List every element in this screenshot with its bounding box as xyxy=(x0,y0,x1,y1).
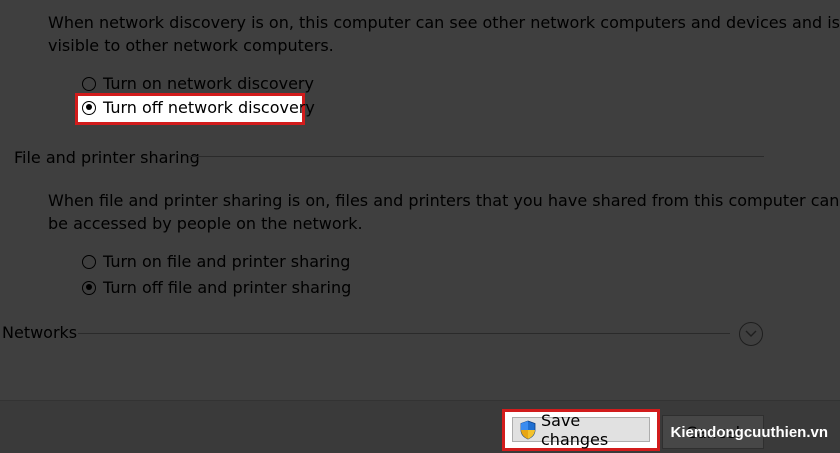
radio-button-icon[interactable] xyxy=(82,76,96,91)
radio-button-icon[interactable] xyxy=(82,254,96,269)
description-line: be accessed by people on the network. xyxy=(48,214,363,233)
advanced-sharing-panel: When network discovery is on, this compu… xyxy=(0,0,840,400)
file-printer-sharing-description: When file and printer sharing is on, fil… xyxy=(48,189,839,235)
radio-turn-off-network-discovery[interactable]: Turn off network discovery xyxy=(82,98,315,117)
radio-button-checked-icon[interactable] xyxy=(82,100,96,115)
description-line: visible to other network computers. xyxy=(48,36,334,55)
save-changes-highlight: Save changes xyxy=(502,409,660,451)
radio-label: Turn on network discovery xyxy=(103,74,314,93)
radio-label: Turn off file and printer sharing xyxy=(103,278,352,297)
section-divider xyxy=(188,156,764,157)
radio-turn-off-file-printer-sharing[interactable]: Turn off file and printer sharing xyxy=(82,278,351,297)
radio-label: Turn on file and printer sharing xyxy=(103,252,351,271)
section-divider xyxy=(78,333,730,334)
save-changes-button[interactable]: Save changes xyxy=(512,411,650,449)
radio-turn-on-network-discovery[interactable]: Turn on network discovery xyxy=(82,74,314,93)
save-changes-label: Save changes xyxy=(541,410,609,449)
watermark-text: Kiemdongcuuthien.vn xyxy=(670,424,829,441)
chevron-down-icon[interactable] xyxy=(739,322,763,346)
network-discovery-description: When network discovery is on, this compu… xyxy=(48,11,840,57)
description-line: When network discovery is on, this compu… xyxy=(48,13,840,32)
section-title-file-printer-sharing: File and printer sharing xyxy=(14,148,200,167)
uac-shield-icon xyxy=(519,420,537,440)
radio-label: Turn off network discovery xyxy=(103,98,315,117)
section-title-networks: Networks xyxy=(2,323,78,342)
radio-turn-on-file-printer-sharing[interactable]: Turn on file and printer sharing xyxy=(82,252,350,271)
radio-button-checked-icon[interactable] xyxy=(82,280,96,295)
description-line: When file and printer sharing is on, fil… xyxy=(48,191,840,210)
